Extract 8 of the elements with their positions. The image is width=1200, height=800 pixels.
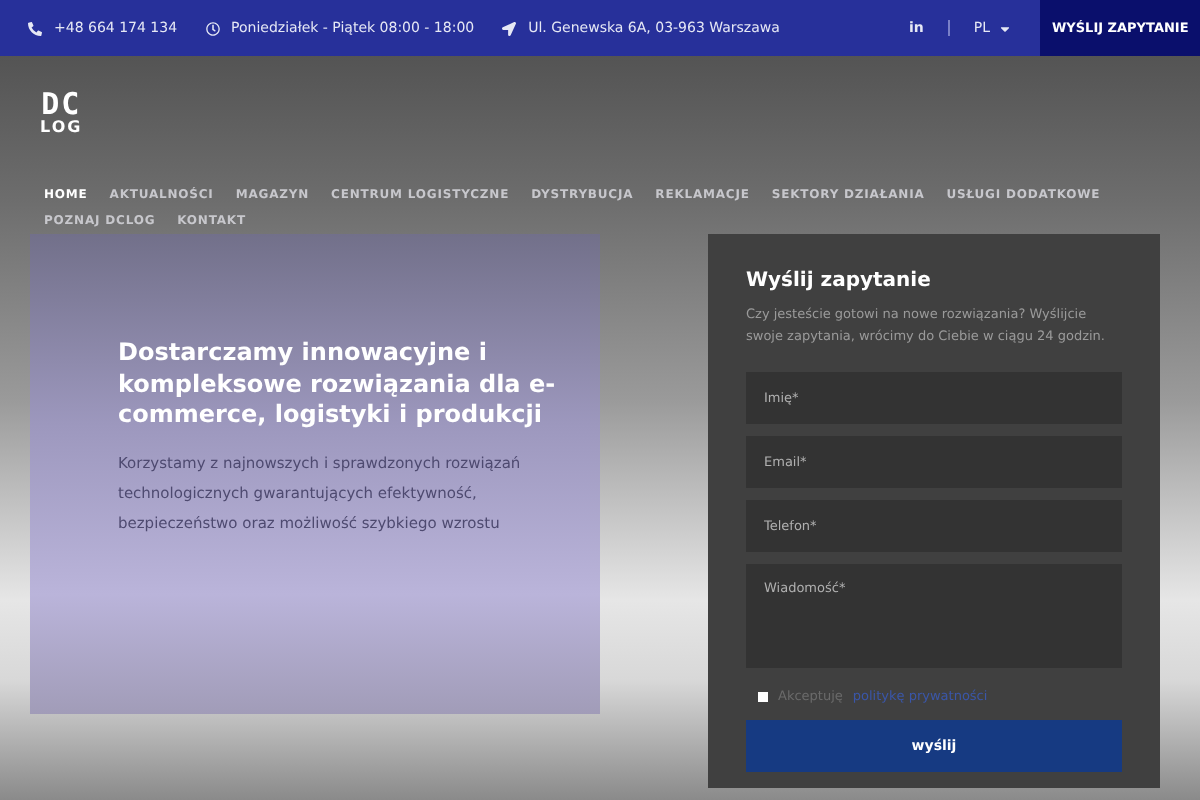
phone-icon [28,21,42,36]
form-title: Wyślij zapytanie [746,269,933,292]
caret-icon [998,21,1012,36]
location-arrow-icon [502,21,517,36]
clock-icon [205,21,220,36]
hero-heading: Dostarczamy innowacyjne i kompleksowe rozwiązania dla e-commerce, logistyki i produkcji [118,337,558,432]
consent-checkbox[interactable] [758,691,768,701]
logo[interactable]: DC LOG [40,90,83,137]
